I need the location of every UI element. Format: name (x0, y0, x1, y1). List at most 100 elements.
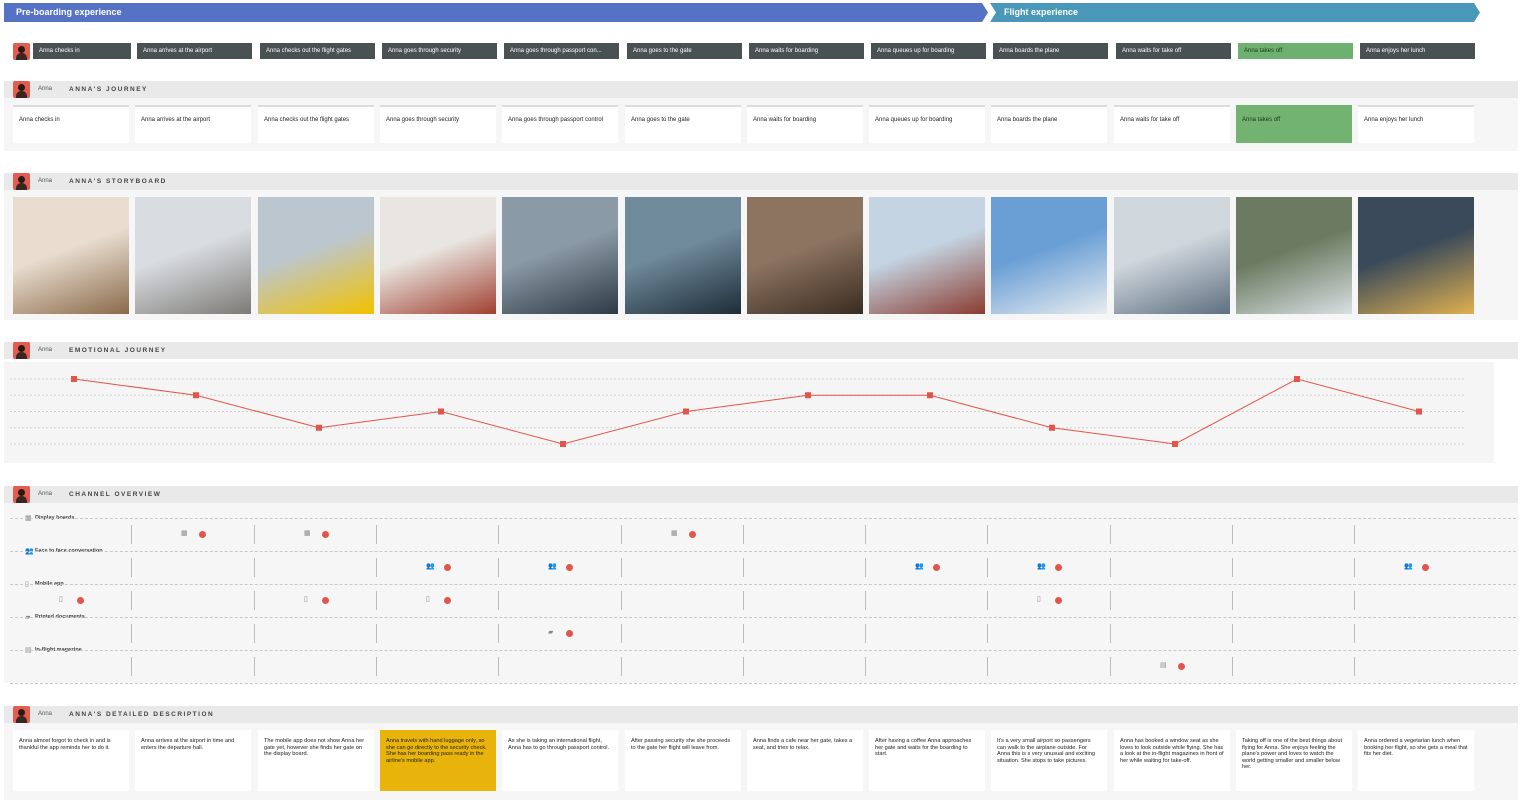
channel-dot[interactable] (199, 531, 206, 538)
column-divider (254, 525, 255, 544)
column-divider (1232, 657, 1233, 676)
description-card[interactable]: Anna finds a cafe near her gate, takes a… (747, 730, 863, 791)
description-card[interactable]: As she is taking an international flight… (502, 730, 618, 791)
column-divider (376, 624, 377, 643)
channel-dot[interactable] (444, 597, 451, 604)
column-divider (254, 558, 255, 577)
column-divider (131, 624, 132, 643)
people-icon: 👥 (548, 563, 557, 570)
column-divider (254, 624, 255, 643)
column-divider (743, 657, 744, 676)
channel-dot[interactable] (933, 564, 940, 571)
avatar[interactable] (13, 706, 30, 723)
column-divider (1354, 558, 1355, 577)
column-divider (743, 624, 744, 643)
channel-dot[interactable] (444, 564, 451, 571)
mobile-icon: ▯ (1037, 596, 1041, 603)
document-icon: ▰ (548, 629, 554, 636)
emotion-point[interactable] (1294, 376, 1300, 382)
emotion-point[interactable] (560, 441, 566, 447)
column-divider (1232, 624, 1233, 643)
channel-dot[interactable] (566, 564, 573, 571)
description-card[interactable]: After having a coffee Anna approaches he… (869, 730, 985, 791)
column-divider (621, 657, 622, 676)
column-divider (376, 525, 377, 544)
emotion-point[interactable] (193, 392, 199, 399)
emotion-point[interactable] (1049, 424, 1055, 431)
description-card[interactable]: Anna almost forgot to check in and is th… (13, 730, 129, 791)
channel-dot[interactable] (77, 597, 84, 604)
display-board-icon: ▦ (304, 530, 311, 537)
column-divider (865, 624, 866, 643)
column-divider (621, 591, 622, 610)
emotion-point[interactable] (438, 408, 444, 415)
emotion-point[interactable] (683, 408, 689, 415)
description-card[interactable]: Taking off is one of the best things abo… (1236, 730, 1352, 791)
description-card[interactable]: The mobile app does not show Anna her ga… (258, 730, 374, 791)
description-card[interactable]: After passing security she she proceeds … (625, 730, 741, 791)
emotion-point[interactable] (1172, 441, 1178, 447)
channel-dot[interactable] (566, 630, 573, 637)
channel-dot[interactable] (689, 531, 696, 538)
description-card[interactable]: Anna has booked a window seat as she lov… (1114, 730, 1230, 791)
column-divider (376, 558, 377, 577)
channel-dot[interactable] (1055, 564, 1062, 571)
column-divider (743, 558, 744, 577)
column-divider (376, 591, 377, 610)
description-card[interactable]: It's a very small airport so passengers … (991, 730, 1107, 791)
description-card[interactable]: Anna arrives at the airport in time and … (135, 730, 251, 791)
description-card[interactable]: Anna travels with hand luggage only, so … (380, 730, 496, 791)
column-divider (865, 525, 866, 544)
emotion-point[interactable] (805, 392, 811, 399)
channel-dot[interactable] (322, 531, 329, 538)
channel-dot[interactable] (1422, 564, 1429, 571)
column-divider (1110, 591, 1111, 610)
channels-header (4, 486, 1518, 503)
column-divider (987, 624, 988, 643)
column-divider (131, 657, 132, 676)
column-divider (376, 657, 377, 676)
column-divider (621, 624, 622, 643)
channel-dot[interactable] (1055, 597, 1062, 604)
emotion-point[interactable] (71, 376, 77, 382)
emotion-point[interactable] (927, 392, 933, 399)
column-divider (1110, 657, 1111, 676)
emotion-point[interactable] (1416, 408, 1422, 415)
column-divider (987, 558, 988, 577)
mobile-icon: ▯ (426, 596, 430, 603)
people-icon: 👥 (1404, 563, 1413, 570)
column-divider (865, 657, 866, 676)
column-divider (1232, 525, 1233, 544)
channel-row-divider (10, 584, 1516, 585)
column-divider (254, 591, 255, 610)
description-card[interactable]: Anna ordered a vegetarian lunch when boo… (1358, 730, 1474, 791)
channel-dot[interactable] (322, 597, 329, 604)
people-icon: 👥 (426, 563, 435, 570)
column-divider (498, 558, 499, 577)
emotion-point[interactable] (316, 424, 322, 431)
channel-dot[interactable] (1178, 663, 1185, 670)
section-user: Anna (38, 711, 53, 717)
channel-row-divider (10, 650, 1516, 651)
channel-row-divider (10, 617, 1516, 618)
display-board-icon: ▦ (181, 530, 188, 537)
channel-row-divider (10, 518, 1516, 519)
column-divider (131, 558, 132, 577)
people-icon: 👥 (915, 563, 924, 570)
column-divider (1232, 591, 1233, 610)
column-divider (743, 591, 744, 610)
column-divider (1354, 624, 1355, 643)
column-divider (987, 591, 988, 610)
column-divider (498, 591, 499, 610)
channel-row-divider (10, 551, 1516, 552)
column-divider (1110, 558, 1111, 577)
column-divider (987, 657, 988, 676)
column-divider (1110, 525, 1111, 544)
avatar[interactable] (13, 486, 30, 503)
description-header (4, 706, 1518, 723)
column-divider (254, 657, 255, 676)
section-title: ANNA'S DETAILED DESCRIPTION (69, 711, 215, 718)
channels-section (4, 503, 1518, 683)
column-divider (1354, 657, 1355, 676)
column-divider (987, 525, 988, 544)
